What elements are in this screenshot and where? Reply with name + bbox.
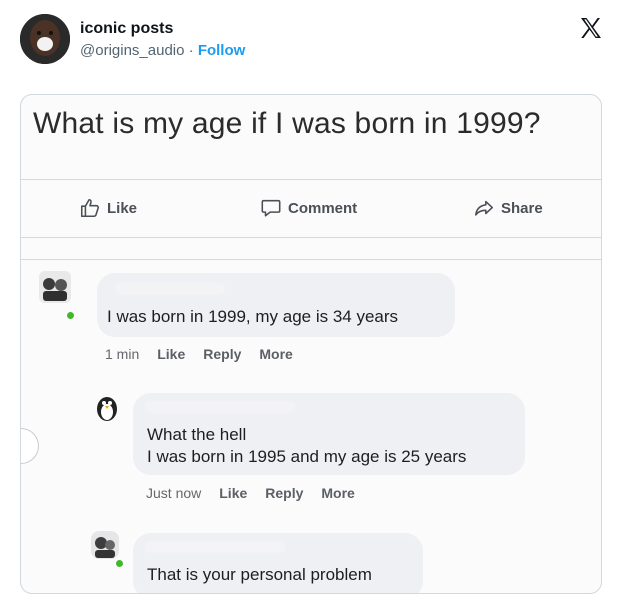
- author-handle[interactable]: @origins_audio: [80, 42, 184, 59]
- reply2-text: That is your personal problem: [147, 565, 372, 584]
- reply-reply-link[interactable]: Reply: [265, 485, 303, 501]
- share-action[interactable]: Share: [473, 197, 543, 219]
- comments-divider: [21, 259, 601, 260]
- author-meta: @origins_audio · Follow: [80, 42, 245, 59]
- reply-connector: [21, 428, 39, 464]
- author-name[interactable]: iconic posts: [80, 20, 173, 38]
- reply-more-link[interactable]: More: [321, 485, 354, 501]
- x-logo-icon[interactable]: [579, 16, 603, 40]
- online-status-dot: [66, 311, 75, 320]
- follow-button[interactable]: Follow: [198, 42, 246, 59]
- comment-more-link[interactable]: More: [259, 346, 292, 362]
- embedded-image-card[interactable]: What is my age if I was born in 1999? Li…: [20, 94, 602, 594]
- commenter-avatar[interactable]: [37, 269, 73, 305]
- reply-like-link[interactable]: Like: [219, 485, 247, 501]
- reply-time: Just now: [146, 485, 202, 501]
- comment-reply-link[interactable]: Reply: [203, 346, 241, 362]
- reply-actions: Just now Like Reply More: [146, 485, 355, 501]
- redacted-name: [145, 541, 285, 553]
- like-label: Like: [107, 199, 138, 217]
- post-question: What is my age if I was born in 1999?: [33, 107, 541, 140]
- reply2-avatar[interactable]: [87, 527, 123, 563]
- comment-time: 1 min: [105, 346, 140, 362]
- comment-actions: 1 min Like Reply More: [105, 346, 293, 362]
- share-arrow-icon: [474, 200, 494, 216]
- redacted-name: [115, 283, 225, 295]
- comment-bubble-icon: [261, 199, 281, 217]
- reply-text-line1: What the hell: [147, 425, 247, 444]
- like-action[interactable]: Like: [79, 197, 137, 219]
- share-label: Share: [501, 199, 543, 217]
- comment-action[interactable]: Comment: [260, 197, 357, 219]
- actions-divider: [21, 237, 601, 238]
- online-status-dot: [115, 559, 124, 568]
- author-avatar[interactable]: [20, 14, 70, 64]
- comment-like-link[interactable]: Like: [157, 346, 185, 362]
- reply-text-line2: I was born in 1995 and my age is 25 year…: [147, 447, 467, 466]
- comment-label: Comment: [288, 199, 358, 217]
- like-thumb-icon: [80, 198, 99, 218]
- meta-separator: ·: [188, 42, 194, 59]
- top-divider: [21, 179, 601, 180]
- reply-avatar[interactable]: [89, 389, 125, 425]
- comment-text: I was born in 1999, my age is 34 years: [107, 307, 399, 326]
- redacted-name: [145, 401, 295, 413]
